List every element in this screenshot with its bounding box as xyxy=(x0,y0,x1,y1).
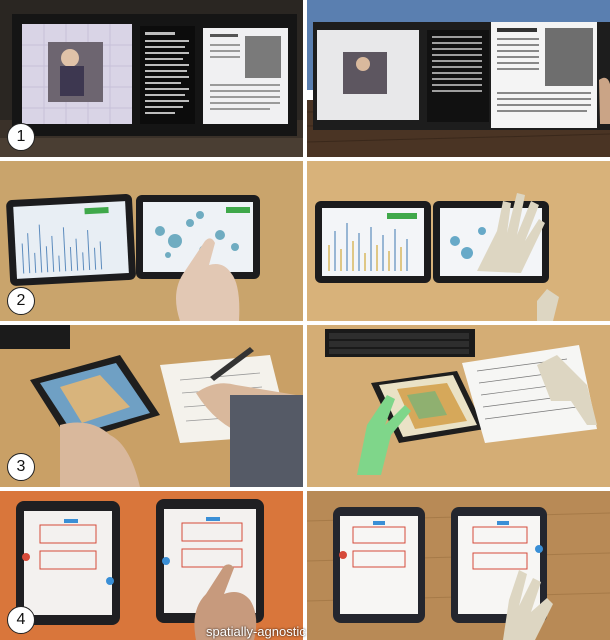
row-2-number-badge: 2 xyxy=(7,287,35,315)
photo-row2-real xyxy=(0,161,303,321)
photo-row2-vr xyxy=(307,161,610,321)
photo-row1-vr xyxy=(307,0,610,157)
photo-row3-real xyxy=(0,325,303,487)
photo-row1-real xyxy=(0,0,303,157)
photo-row3-vr xyxy=(307,325,610,487)
row-3-number-badge: 3 xyxy=(7,453,35,481)
photo-row4-vr xyxy=(307,491,610,640)
row-4-caption: spatially-agnostic xyxy=(206,624,306,639)
row-1-number-badge: 1 xyxy=(7,123,35,151)
row-4-number-badge: 4 xyxy=(7,606,35,634)
photo-row4-real xyxy=(0,491,303,640)
